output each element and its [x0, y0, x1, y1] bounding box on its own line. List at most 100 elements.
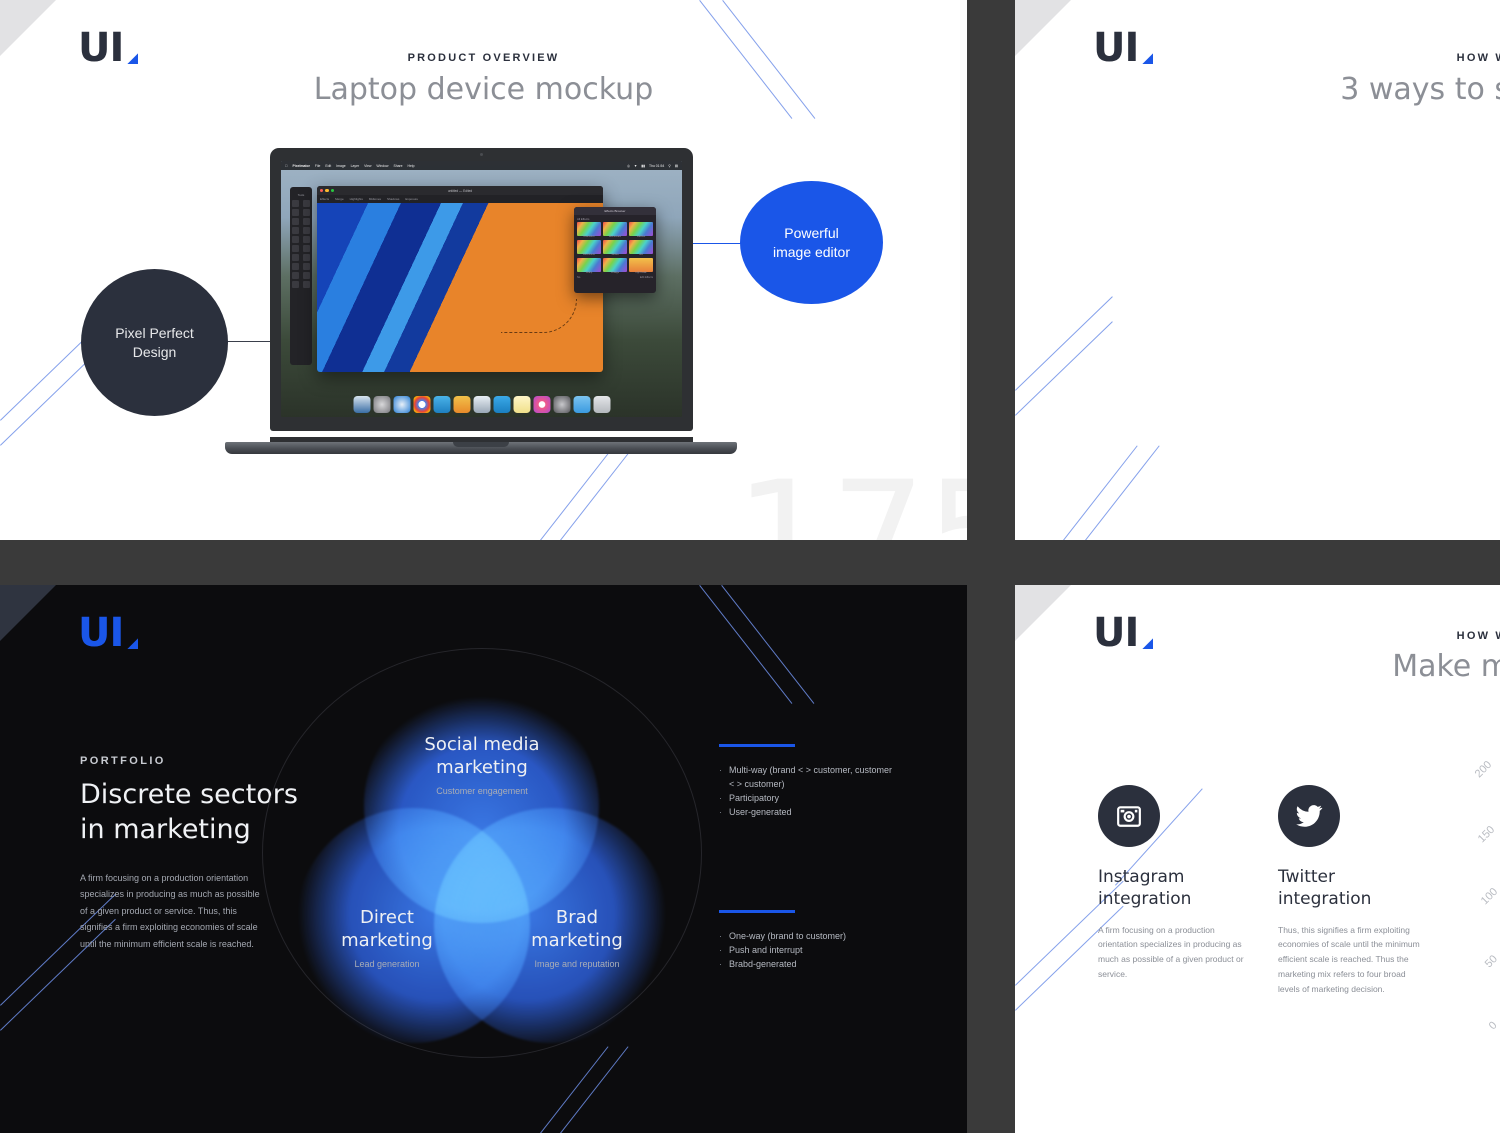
battery-icon[interactable]: ▮▮ — [641, 164, 645, 168]
macos-menubar[interactable]:  Pixelmator File Edit Image Layer View … — [281, 161, 682, 170]
wifi-icon[interactable]: ▼ — [634, 164, 637, 168]
effect-caption: Vintage — [610, 271, 620, 274]
effects-browser-window[interactable]: Effects Browser All Effects Cosmetics El… — [574, 207, 656, 293]
logo[interactable]: UI — [1093, 28, 1154, 68]
search-icon[interactable]: ⚲ — [668, 164, 670, 168]
safari-icon[interactable] — [393, 396, 410, 413]
effects-browser-titlebar: Effects Browser — [574, 207, 656, 215]
tool-icon[interactable] — [303, 227, 311, 234]
social-column-instagram: Instagram integration A firm focusing on… — [1098, 785, 1248, 982]
toolbar-item[interactable]: Merge — [335, 197, 344, 201]
system-preferences-icon[interactable] — [553, 396, 570, 413]
tool-icon[interactable] — [303, 272, 311, 279]
tool-icon[interactable] — [303, 281, 311, 288]
tool-icon[interactable] — [291, 218, 299, 225]
itunes-icon[interactable] — [533, 396, 550, 413]
effects-footer-right[interactable]: Edit Effects — [640, 276, 653, 279]
toolbar-item[interactable]: Highlights — [350, 197, 363, 201]
pixelmator-window[interactable]: untitled — Edited Effects Merge Highligh… — [317, 186, 603, 372]
toolbar-item[interactable]: Exposure — [405, 197, 418, 201]
menubar-item[interactable]: Share — [393, 164, 402, 168]
effect-caption: Retrofuture — [583, 253, 595, 256]
pixelmator-dock-icon[interactable] — [453, 396, 470, 413]
toolbar-item[interactable]: Effects — [320, 197, 329, 201]
downloads-folder-icon[interactable] — [573, 396, 590, 413]
logo[interactable]: UI — [78, 610, 139, 656]
finder-icon[interactable] — [353, 396, 370, 413]
tool-icon[interactable] — [291, 245, 299, 252]
effect-thumbnail[interactable] — [603, 240, 627, 254]
venn-label-brad: Brad marketing Image and reputation — [472, 907, 682, 969]
toolbar-item[interactable]: Shadows — [387, 197, 399, 201]
list-item: Push and interrupt — [719, 944, 894, 958]
slide-headline: Make m — [1392, 649, 1500, 684]
preview-icon[interactable] — [473, 396, 490, 413]
logo-text: UI — [78, 610, 124, 656]
effect-caption: Elementals — [609, 235, 621, 238]
tool-icon[interactable] — [291, 272, 299, 279]
airmail-icon[interactable] — [433, 396, 450, 413]
tool-icon[interactable] — [291, 263, 299, 270]
menubar-item[interactable]: File — [315, 164, 320, 168]
diagonal-line-decoration — [560, 1046, 629, 1133]
bullet-list: One-way (brand to customer) Push and int… — [719, 930, 894, 972]
venn-subtitle: Lead generation — [354, 959, 420, 969]
effect-thumbnail[interactable] — [577, 258, 601, 272]
tool-icon[interactable] — [303, 254, 311, 261]
callout-pixel-perfect-design[interactable]: Pixel Perfect Design — [81, 269, 228, 416]
effect-thumbnail[interactable] — [577, 240, 601, 254]
pixelmator-canvas[interactable] — [317, 203, 603, 372]
menubar-item[interactable]: Edit — [325, 164, 331, 168]
effect-thumbnail[interactable] — [629, 222, 653, 236]
portfolio-body-text: A firm focusing on a production orientat… — [80, 873, 260, 949]
menubar-clock[interactable]: Thu 01:54 — [649, 164, 664, 168]
tool-icon[interactable] — [291, 236, 299, 243]
tool-icon[interactable] — [291, 227, 299, 234]
launchpad-icon[interactable] — [373, 396, 390, 413]
tool-icon[interactable] — [291, 209, 299, 216]
effect-thumbnail[interactable] — [629, 258, 653, 272]
tool-icon[interactable] — [303, 218, 311, 225]
macos-dock[interactable] — [353, 396, 610, 413]
effect-thumbnail[interactable] — [577, 222, 601, 236]
chart-y-tick-label: 0 — [1486, 1019, 1500, 1033]
menubar-item[interactable]: Layer — [351, 164, 359, 168]
tools-palette[interactable]: Tools — [290, 187, 312, 365]
apple-menu-icon[interactable]:  — [285, 164, 288, 168]
callout-powerful-image-editor[interactable]: Powerful image editor — [740, 181, 883, 304]
menubar-item[interactable]: Help — [408, 164, 415, 168]
toolbar-item[interactable]: Midtones — [369, 197, 381, 201]
tool-icon[interactable] — [291, 254, 299, 261]
notes-icon[interactable] — [513, 396, 530, 413]
effect-thumbnail[interactable] — [629, 240, 653, 254]
effect-thumbnail[interactable] — [603, 222, 627, 236]
list-accent-rule — [719, 744, 795, 747]
tool-icon[interactable] — [303, 263, 311, 270]
instagram-icon-badge[interactable] — [1098, 785, 1160, 847]
slide-eyebrow: PRODUCT OVERVIEW — [407, 52, 560, 64]
tool-icon[interactable] — [303, 209, 311, 216]
tool-icon[interactable] — [291, 281, 299, 288]
control-center-icon[interactable]: ▤ — [675, 164, 678, 168]
menubar-item[interactable]: View — [364, 164, 371, 168]
twitter-icon-badge[interactable] — [1278, 785, 1340, 847]
logo[interactable]: UI — [1093, 613, 1154, 653]
tool-icon[interactable] — [303, 245, 311, 252]
effect-thumbnail[interactable] — [603, 258, 627, 272]
menubar-item[interactable]: Image — [336, 164, 345, 168]
corner-triangle-decoration — [1015, 585, 1071, 641]
menubar-item[interactable]: Window — [376, 164, 388, 168]
effects-grid[interactable]: Cosmetics Elementals Flashes Retrofuture… — [574, 222, 656, 274]
effects-footer-left[interactable]: No — [577, 276, 580, 279]
bluetooth-icon[interactable]: ◎ — [627, 164, 630, 168]
diagonal-line-decoration — [1085, 445, 1160, 540]
tool-icon[interactable] — [291, 200, 299, 207]
tool-icon[interactable] — [303, 200, 311, 207]
chrome-icon[interactable] — [413, 396, 430, 413]
skype-icon[interactable] — [493, 396, 510, 413]
selection-marquee[interactable] — [501, 299, 577, 333]
tool-icon[interactable] — [303, 236, 311, 243]
pixelmator-titlebar[interactable]: untitled — Edited — [317, 186, 603, 195]
trash-icon[interactable] — [593, 396, 610, 413]
pixelmator-toolbar[interactable]: Effects Merge Highlights Midtones Shadow… — [317, 195, 603, 203]
